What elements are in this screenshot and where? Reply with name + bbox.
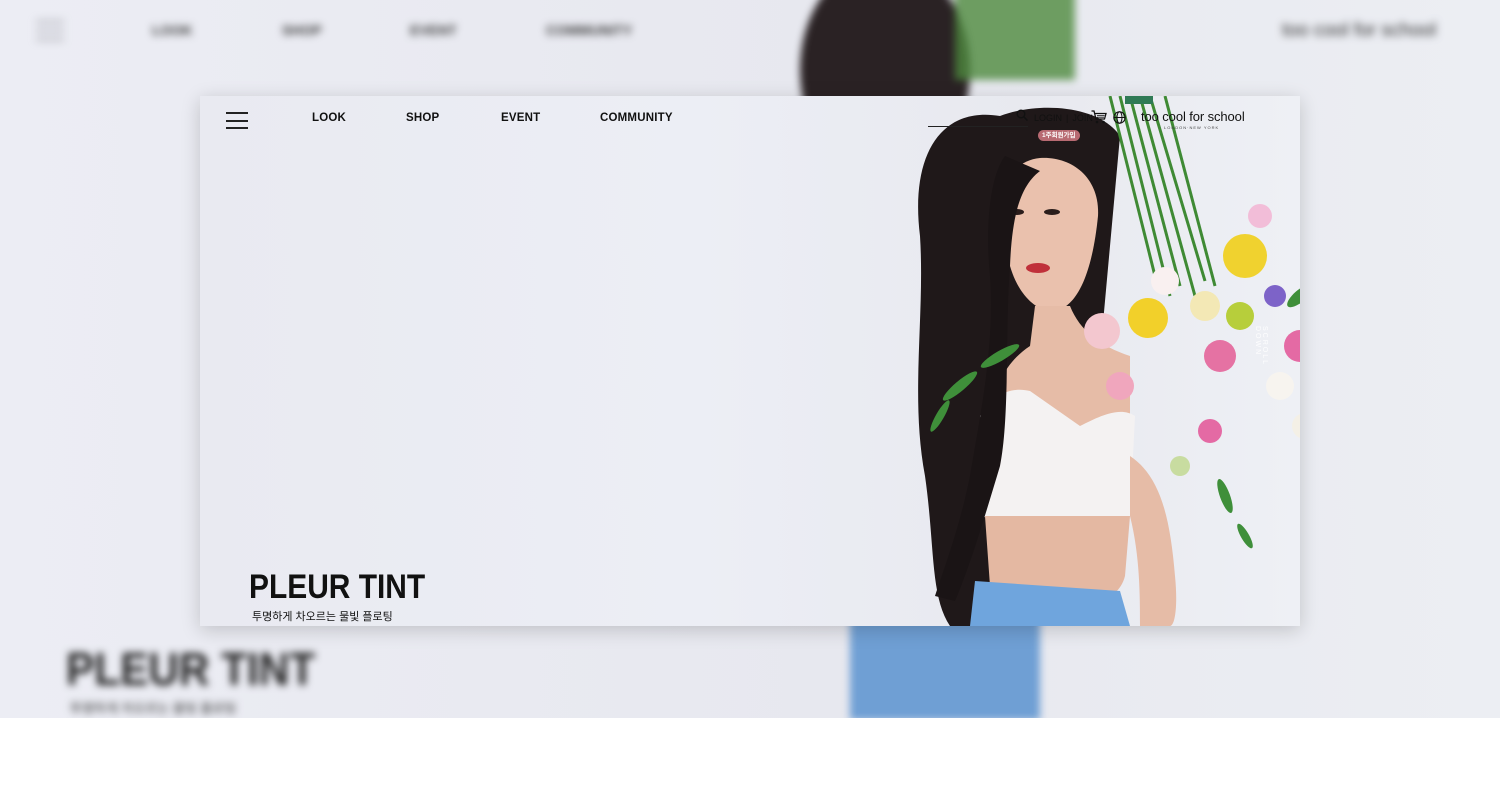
search-input[interactable] [928,106,1028,127]
brand-tagline: LONDON·NEW YORK [1164,125,1220,130]
cart-icon[interactable] [1091,110,1107,124]
join-link[interactable]: JOIN [1072,113,1093,123]
menu-icon[interactable] [226,112,248,129]
hero-subtitle: 투명하게 차오르는 물빛 플로팅 [252,611,393,623]
nav-event[interactable]: EVENT [501,112,540,124]
backdrop-nav-community: COMMUNITY [546,22,633,38]
auth-links: LOGIN | JOIN [1034,113,1093,123]
auth-separator: | [1066,113,1069,123]
backdrop-hero-title: PLEUR TINT [66,643,316,695]
brand-logo[interactable]: too cool for school [1141,109,1245,124]
scroll-indicator: SCROLL DOWN [1254,326,1268,366]
backdrop-nav-look: LOOK [152,22,193,38]
globe-icon[interactable] [1113,111,1126,124]
backdrop-hero-subtitle: 투명하게 차오르는 물빛 플로팅 [70,701,237,716]
login-link[interactable]: LOGIN [1034,113,1062,123]
hero-card: LOOK SHOP EVENT COMMUNITY LOGIN | JOIN 1주회… [200,96,1300,626]
hero-title: PLEUR TINT [249,568,426,606]
backdrop-nav-shop: SHOP [282,22,322,38]
search-icon[interactable] [1016,109,1028,121]
nav-community[interactable]: COMMUNITY [600,112,673,124]
backdrop-nav-event: EVENT [410,22,457,38]
signup-promo-badge[interactable]: 1주회원가입 [1038,130,1080,141]
backdrop-menu-icon [36,20,64,44]
hero-model-image [918,96,1300,626]
backdrop-logo: too cool for school [1282,20,1437,41]
nav-shop[interactable]: SHOP [406,112,439,124]
nav-look[interactable]: LOOK [312,112,346,124]
